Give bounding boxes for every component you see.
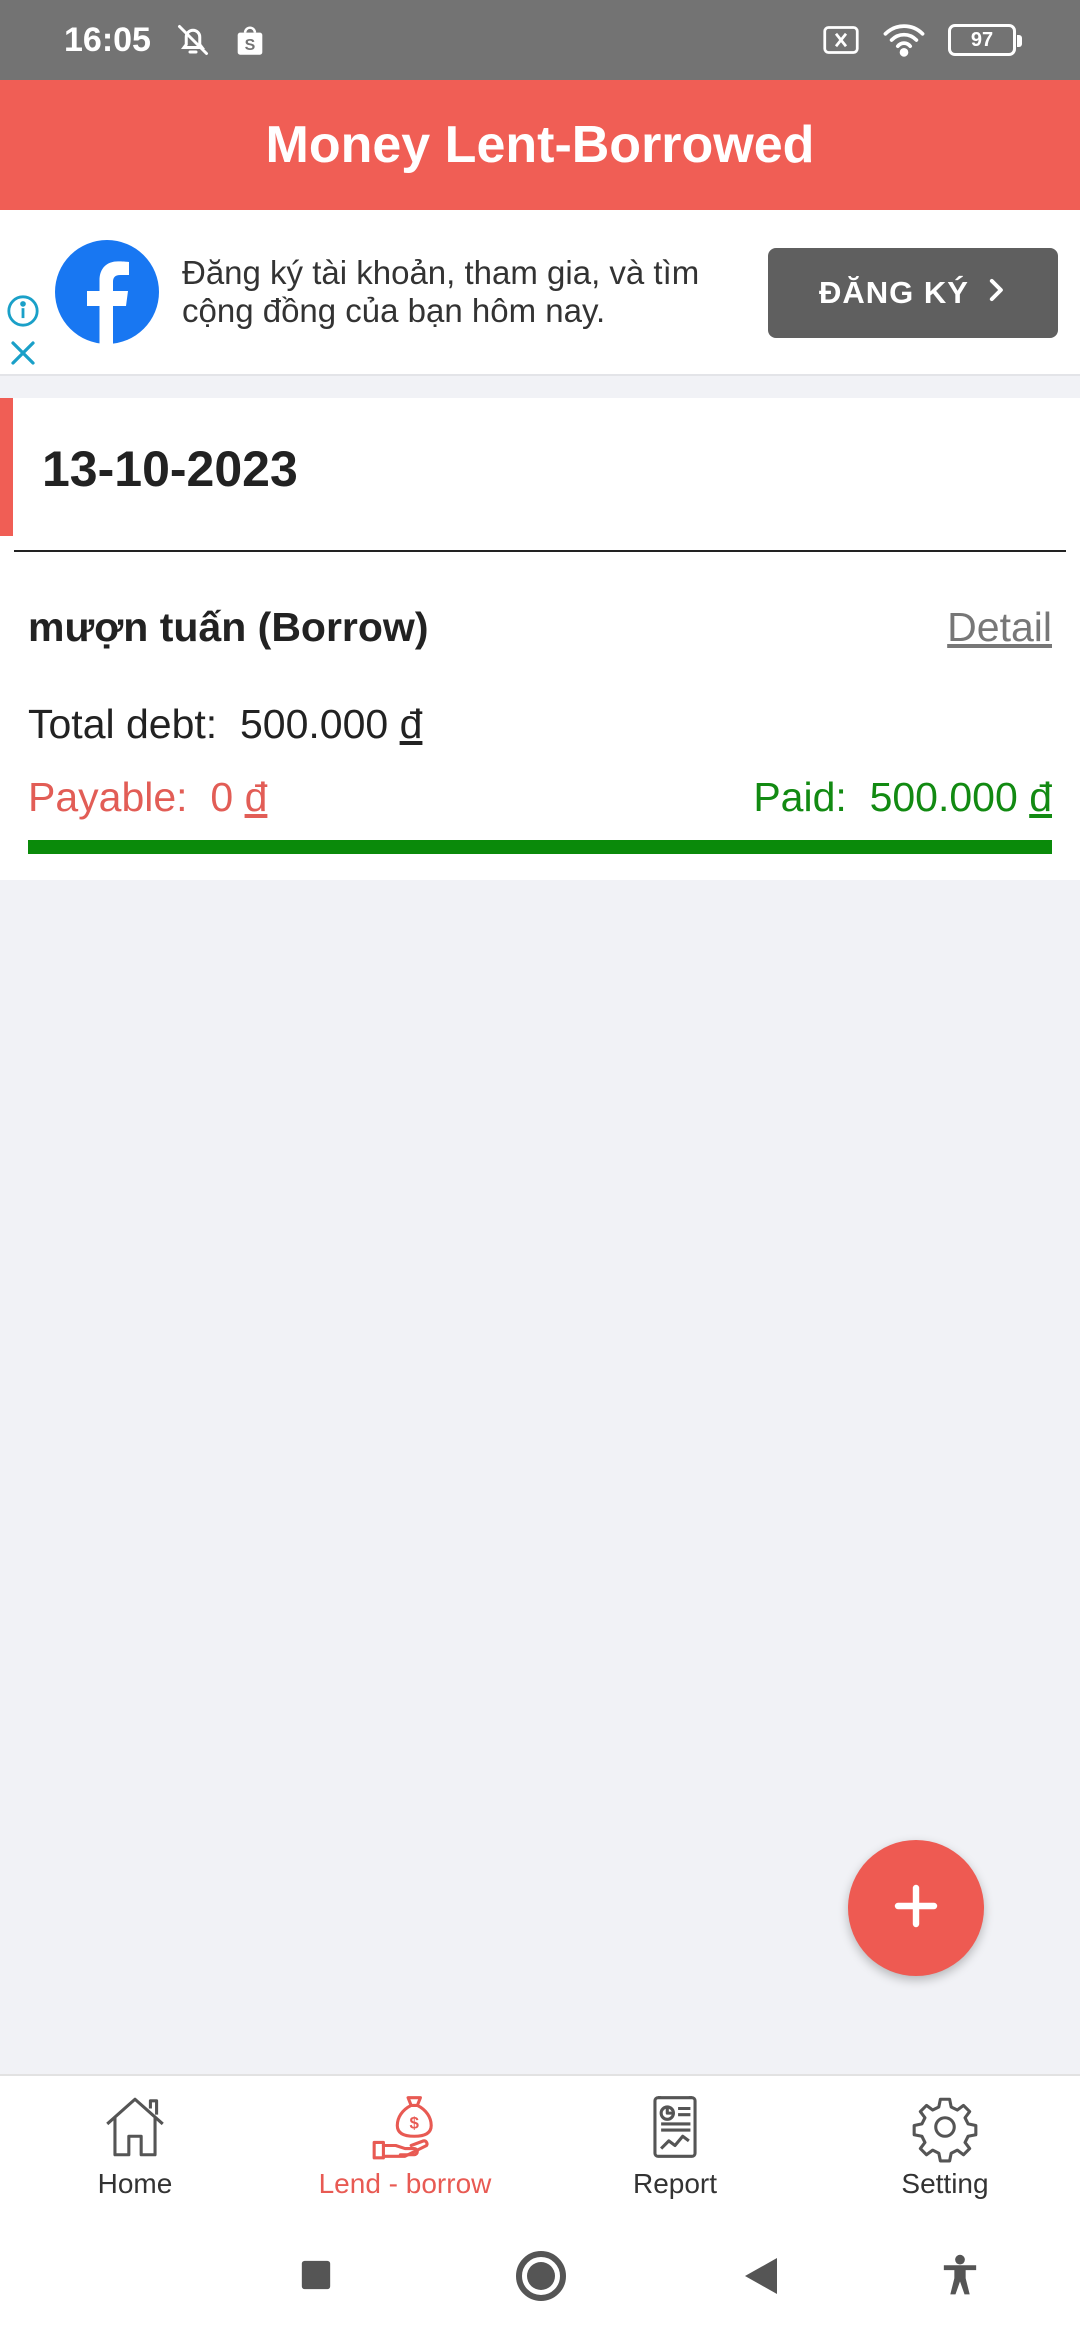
battery-level: 97: [970, 28, 994, 51]
record-title: mượn tuấn (Borrow): [28, 604, 429, 650]
nav-home[interactable]: Home: [0, 2076, 270, 2210]
nav-home-label: Home: [97, 2168, 173, 2199]
nav-report-label: Report: [632, 2168, 718, 2199]
status-time: 16:05: [64, 20, 151, 59]
divider: [14, 550, 1066, 552]
svg-text:S: S: [245, 37, 256, 54]
back-icon[interactable]: [743, 2256, 779, 2301]
gear-icon: [908, 2090, 982, 2164]
chevron-right-icon: [987, 275, 1007, 311]
app-bar: Money Lent-Borrowed: [0, 80, 1080, 210]
svg-text:$: $: [410, 2114, 420, 2133]
currency-symbol: đ: [244, 774, 268, 820]
detail-link[interactable]: Detail: [947, 604, 1052, 651]
wifi-icon: [882, 23, 926, 57]
accessibility-icon[interactable]: [940, 2254, 980, 2301]
bell-off-icon: [175, 22, 211, 58]
currency-symbol: đ: [1029, 774, 1052, 820]
date-accent-bar: [0, 398, 13, 536]
ad-button-label: ĐĂNG KÝ: [819, 275, 969, 310]
battery-icon: 97: [948, 24, 1022, 56]
status-bar: 16:05 S 97: [0, 0, 1080, 80]
nav-setting-label: Setting: [901, 2168, 989, 2199]
paid-progress-fill: [28, 840, 1052, 854]
total-debt-label: Total debt:: [28, 701, 218, 747]
ad-banner[interactable]: Đăng ký tài khoản, tham gia, và tìm cộng…: [0, 210, 1080, 376]
paid-label: Paid:: [753, 774, 847, 820]
nav-lend-borrow[interactable]: $ Lend - borrow: [270, 2076, 540, 2210]
ad-close-icon[interactable]: [8, 338, 38, 373]
home-circle-icon[interactable]: [515, 2250, 567, 2307]
payable-value: 0: [210, 774, 234, 820]
date-group-header: 13-10-2023: [0, 398, 1080, 536]
payable-amount: Payable: 0 đ: [28, 774, 267, 821]
currency-symbol: đ: [399, 701, 423, 747]
shopee-icon: S: [235, 24, 265, 56]
total-debt: Total debt: 500.000 đ: [28, 701, 422, 748]
report-icon: [638, 2090, 712, 2164]
add-record-button[interactable]: [848, 1840, 984, 1976]
money-bag-hand-icon: $: [368, 2090, 442, 2164]
nav-setting[interactable]: Setting: [810, 2076, 1080, 2210]
debt-record-card[interactable]: mượn tuấn (Borrow) Detail Total debt: 50…: [0, 536, 1080, 880]
payable-label: Payable:: [28, 774, 188, 820]
plus-icon: [892, 1882, 940, 1935]
paid-amount: Paid: 500.000 đ: [753, 774, 1052, 821]
system-nav-bar: [0, 2210, 1080, 2340]
recents-icon[interactable]: [299, 2258, 333, 2297]
ad-signup-button[interactable]: ĐĂNG KÝ: [768, 248, 1058, 338]
nav-lend-borrow-label: Lend - borrow: [318, 2168, 492, 2199]
date-label: 13-10-2023: [42, 441, 298, 497]
paid-progress-bar: [28, 840, 1052, 854]
ad-info-icon[interactable]: [6, 294, 40, 333]
paid-value: 500.000: [869, 774, 1018, 820]
bottom-nav: Home $ Lend - borrow Report Setting: [0, 2074, 1080, 2210]
total-debt-value: 500.000: [239, 701, 389, 747]
sim-x-icon: [822, 25, 860, 55]
facebook-logo-icon: [55, 240, 159, 344]
ad-text: Đăng ký tài khoản, tham gia, và tìm cộng…: [182, 254, 700, 329]
home-icon: [98, 2090, 172, 2164]
nav-report[interactable]: Report: [540, 2076, 810, 2210]
page-title: Money Lent-Borrowed: [265, 116, 815, 174]
